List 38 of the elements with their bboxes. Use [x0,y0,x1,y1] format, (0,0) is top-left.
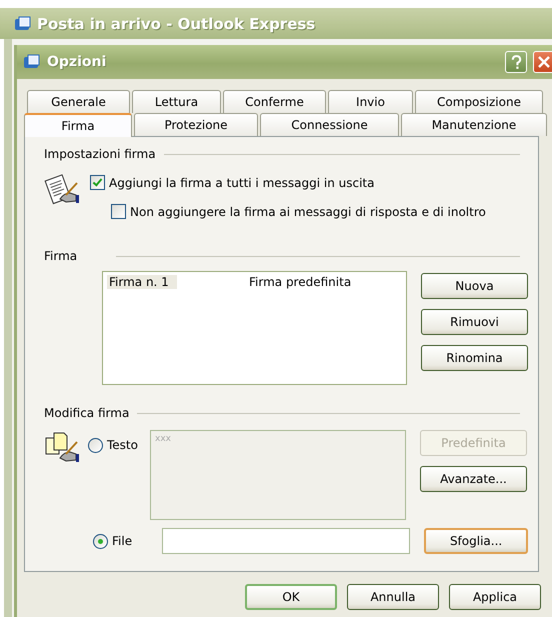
close-icon [537,55,551,69]
checkbox-label: Aggiungi la firma a tutti i messaggi in uscita [109,176,374,190]
radio-button[interactable] [88,438,103,452]
tab[interactable]: Connessione [260,113,399,136]
dialog-button[interactable]: Applica [449,584,541,610]
action-button[interactable]: Rimuovi [421,309,528,335]
checkbox-label: Non aggiungere la firma ai messaggi di risposta e di inoltro [130,204,486,218]
list-item[interactable]: Firma n. 1 [107,275,177,289]
tab[interactable]: Protezione [134,113,258,136]
action-button[interactable]: Rinomina [421,345,528,371]
list-item-note: Firma predefinita [249,275,352,289]
file-path-field[interactable] [162,528,410,554]
group-heading: Modifica firma [44,406,130,420]
radio-label: Testo [107,438,138,452]
tab[interactable]: Manutenzione [401,113,547,136]
browse-button[interactable]: Sfoglia... [424,528,528,554]
group-heading: Impostazioni firma [44,147,156,161]
tab[interactable]: Composizione [415,90,543,113]
window-title: Posta in arrivo - Outlook Express [37,14,316,32]
action-button[interactable]: Avanzate... [420,466,527,492]
radio-button[interactable] [93,534,108,548]
group-heading: Firma [44,249,78,263]
dialog-button[interactable]: OK [245,584,337,610]
checkbox[interactable] [90,175,105,190]
tab[interactable]: Conferme [223,90,326,113]
tab[interactable]: Lettura [132,90,221,113]
close-button[interactable] [533,51,552,73]
question-icon [510,54,522,70]
signature-list[interactable]: Firma n. 1 Firma predefinita [102,271,407,385]
tab[interactable]: Generale [27,90,130,113]
dialog-title: Opzioni [47,54,106,70]
tab[interactable]: Invio [328,90,413,113]
action-button[interactable]: Nuova [421,273,528,299]
tab[interactable]: Firma [24,113,132,137]
checkbox[interactable] [111,204,126,219]
help-button[interactable] [505,51,527,73]
radio-label: File [112,534,132,548]
dialog-button[interactable]: Annulla [347,584,439,610]
